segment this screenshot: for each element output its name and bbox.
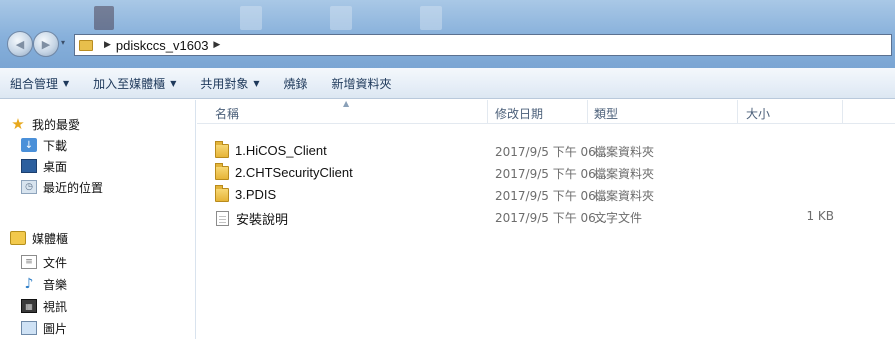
back-button[interactable]: ◀ [7, 31, 33, 57]
file-type: 檔案資料夾 [594, 145, 655, 159]
file-row[interactable]: 1.HiCOS_Client 2017/9/5 下午 06... 檔案資料夾 [197, 139, 895, 161]
column-header-row: ▲ 名稱 修改日期 類型 大小 [197, 99, 895, 124]
nav-favorites[interactable]: ★ 我的最愛 [10, 114, 80, 134]
organize-label: 組合管理 [10, 76, 59, 91]
nav-item-downloads[interactable]: ↓ 下載 [21, 135, 67, 155]
file-date: 2017/9/5 下午 06... [495, 145, 608, 159]
nav-item-label: 圖片 [43, 321, 68, 336]
file-name[interactable]: 3.PDIS [215, 184, 277, 202]
file-type: 文字文件 [594, 211, 643, 225]
address-box[interactable]: ▶ pdiskccs_v1603 ▶ [74, 34, 892, 56]
file-name-text: 1.HiCOS_Client [235, 143, 327, 158]
file-name-text: 3.PDIS [235, 187, 277, 202]
nav-item-label: 桌面 [43, 159, 68, 174]
include-in-library-button[interactable]: 加入至媒體櫃 ▼ [93, 75, 176, 92]
breadcrumb-separator-icon[interactable]: ▶ [104, 40, 111, 50]
forward-button[interactable]: ▶ [33, 31, 59, 57]
chevron-down-icon: ▼ [63, 78, 70, 88]
command-toolbar: 組合管理 ▼ 加入至媒體櫃 ▼ 共用對象 ▼ 燒錄 新增資料夾 [0, 68, 895, 99]
video-icon: ▦ [21, 299, 37, 313]
chevron-down-icon: ▼ [170, 78, 177, 88]
column-divider[interactable] [842, 100, 843, 124]
arrow-right-icon: ▶ [41, 37, 51, 51]
nav-item-label: 文件 [43, 255, 68, 270]
file-type: 檔案資料夾 [594, 167, 655, 181]
column-divider[interactable] [737, 100, 738, 124]
pictures-icon [21, 321, 37, 335]
nav-item-music[interactable]: ♪ 音樂 [21, 274, 67, 294]
background-window-ghost [240, 6, 262, 30]
new-folder-label: 新增資料夾 [331, 76, 392, 91]
nav-favorites-label: 我的最愛 [32, 117, 81, 132]
column-header-type[interactable]: 類型 [594, 105, 618, 122]
nav-item-label: 音樂 [43, 277, 68, 292]
file-row[interactable]: 3.PDIS 2017/9/5 下午 06... 檔案資料夾 [197, 183, 895, 205]
address-bar-area: ◀ ▶ ▾ ▶ pdiskccs_v1603 ▶ [0, 0, 895, 68]
chevron-down-icon: ▼ [253, 78, 260, 88]
folder-icon [215, 140, 229, 158]
file-list-pane: ▲ 名稱 修改日期 類型 大小 1.HiCOS_Client 2017/9/5 … [197, 99, 895, 339]
breadcrumb-current[interactable]: pdiskccs_v1603 [116, 38, 209, 53]
nav-item-label: 視訊 [43, 299, 68, 314]
file-name[interactable]: 2.CHTSecurityClient [215, 162, 353, 180]
sort-ascending-icon: ▲ [343, 99, 350, 108]
file-type: 檔案資料夾 [594, 189, 655, 203]
nav-item-label: 下載 [43, 138, 68, 153]
column-header-name[interactable]: 名稱 [215, 105, 239, 122]
nav-item-desktop[interactable]: 桌面 [21, 156, 67, 176]
nav-item-videos[interactable]: ▦ 視訊 [21, 296, 67, 316]
file-name[interactable]: 1.HiCOS_Client [215, 140, 327, 158]
nav-item-documents[interactable]: ≡ 文件 [21, 252, 67, 272]
text-file-icon [216, 211, 229, 226]
burn-button[interactable]: 燒錄 [284, 75, 308, 92]
breadcrumb-separator-icon[interactable]: ▶ [213, 40, 220, 50]
desktop-icon [21, 159, 37, 173]
library-icon [10, 231, 26, 245]
file-name-text: 安裝說明 [236, 212, 289, 227]
folder-icon [215, 162, 229, 180]
file-size: 1 KB [806, 209, 834, 223]
file-date: 2017/9/5 下午 06... [495, 167, 608, 181]
arrow-left-icon: ◀ [15, 37, 25, 51]
burn-label: 燒錄 [283, 76, 308, 91]
column-header-date[interactable]: 修改日期 [495, 105, 543, 122]
file-row[interactable]: 2.CHTSecurityClient 2017/9/5 下午 06... 檔案… [197, 161, 895, 183]
documents-icon: ≡ [21, 255, 37, 269]
file-row[interactable]: 安裝說明 2017/9/5 下午 06... 文字文件 1 KB [197, 205, 895, 227]
new-folder-button[interactable]: 新增資料夾 [332, 75, 392, 92]
file-date: 2017/9/5 下午 06... [495, 211, 608, 225]
nav-item-label: 最近的位置 [43, 180, 104, 195]
recent-pages-dropdown[interactable]: ▾ [61, 38, 71, 50]
nav-item-pictures[interactable]: 圖片 [21, 318, 67, 338]
navigation-pane: ★ 我的最愛 ↓ 下載 桌面 ◷ 最近的位置 媒體櫃 ≡ 文件 ♪ 音樂 ▦ 視… [0, 100, 196, 339]
organize-menu-button[interactable]: 組合管理 ▼ [10, 75, 69, 92]
star-icon: ★ [11, 115, 25, 133]
column-header-size[interactable]: 大小 [746, 105, 770, 122]
file-name-text: 2.CHTSecurityClient [235, 165, 353, 180]
folder-icon [79, 39, 93, 51]
column-divider[interactable] [587, 100, 588, 124]
background-window-ghost [330, 6, 352, 30]
background-window-ghost [94, 6, 114, 30]
share-with-button[interactable]: 共用對象 ▼ [200, 75, 259, 92]
include-in-library-label: 加入至媒體櫃 [93, 76, 166, 91]
background-window-ghost [420, 6, 442, 30]
music-icon: ♪ [24, 276, 34, 292]
nav-libraries-label: 媒體櫃 [32, 231, 69, 246]
share-with-label: 共用對象 [200, 76, 249, 91]
nav-item-recent-places[interactable]: ◷ 最近的位置 [21, 177, 103, 197]
downloads-icon: ↓ [21, 138, 37, 152]
nav-libraries[interactable]: 媒體櫃 [10, 228, 68, 248]
column-divider[interactable] [487, 100, 488, 124]
file-name[interactable]: 安裝說明 [215, 209, 288, 228]
file-date: 2017/9/5 下午 06... [495, 189, 608, 203]
folder-icon [215, 184, 229, 202]
recent-places-icon: ◷ [21, 180, 37, 194]
